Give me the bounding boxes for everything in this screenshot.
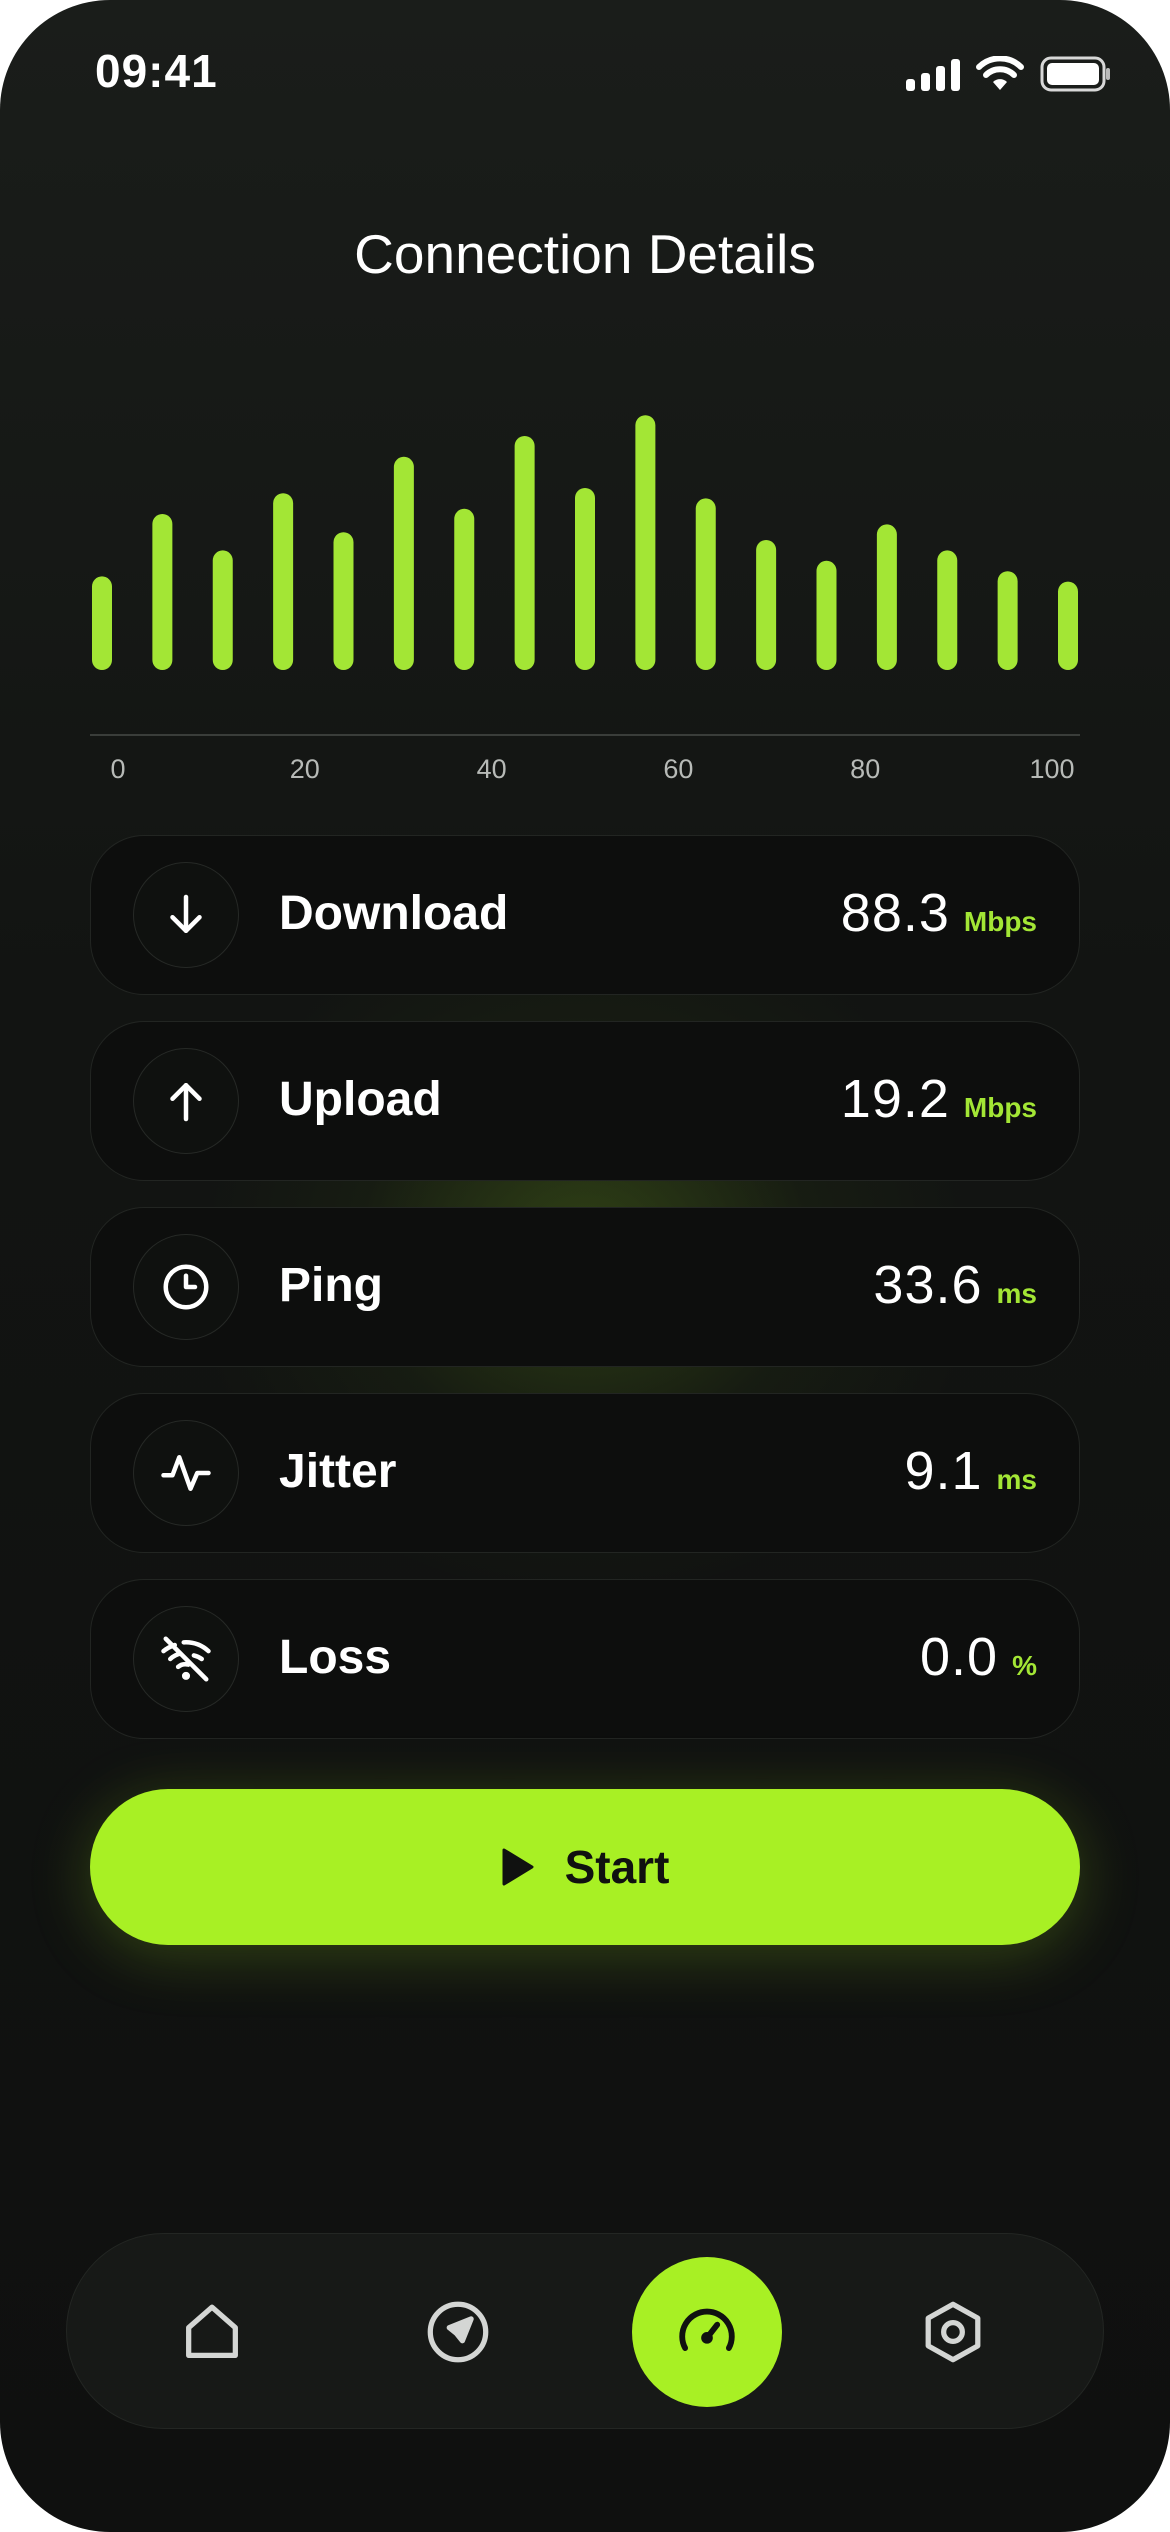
metric-value: 9.1	[904, 1441, 983, 1501]
chart-bar	[575, 488, 595, 670]
chart-bar	[937, 550, 958, 670]
metric-label: Upload	[279, 1073, 442, 1126]
metric-value-group: 19.2 Mbps	[841, 1068, 1037, 1130]
metric-value: 33.6	[873, 1255, 983, 1315]
cellular-signal-icon	[906, 57, 960, 91]
chart-tick-label: 40	[477, 754, 507, 784]
chart-bar	[1058, 581, 1078, 670]
start-button-label: Start	[564, 1841, 670, 1893]
metric-row-jitter[interactable]: Jitter 9.1 ms	[90, 1393, 1080, 1553]
metric-row-ping[interactable]: Ping 33.6 ms	[90, 1207, 1080, 1367]
metric-unit: ms	[996, 1464, 1037, 1495]
bar-chart: 0 20 40 60 80 100	[90, 415, 1080, 784]
settings-hexagon-icon	[925, 2301, 981, 2363]
metric-label: Ping	[279, 1259, 383, 1312]
metric-label: Download	[279, 887, 509, 940]
metric-label: Loss	[279, 1631, 392, 1684]
chart-bar	[92, 576, 112, 670]
metrics-list: Download 88.3 Mbps Upload 19.2 Mbps Ping…	[90, 835, 1080, 1765]
metric-value-group: 88.3 Mbps	[841, 882, 1037, 944]
chart-tick-label: 80	[850, 754, 880, 784]
battery-icon	[1040, 56, 1110, 92]
metric-icon-container	[133, 1048, 239, 1154]
chart-bar	[514, 436, 535, 670]
metric-value-group: 0.0 %	[920, 1626, 1037, 1688]
metric-unit: %	[1012, 1650, 1037, 1681]
chart-bar	[152, 514, 173, 670]
metric-row-upload[interactable]: Upload 19.2 Mbps	[90, 1021, 1080, 1181]
tab-bar	[66, 2233, 1104, 2429]
status-time: 09:41	[95, 45, 218, 97]
metric-row-download[interactable]: Download 88.3 Mbps	[90, 835, 1080, 995]
page-title: Connection Details	[354, 223, 816, 285]
metric-unit: Mbps	[963, 906, 1037, 937]
chart-bar	[695, 498, 716, 670]
tab-navigate[interactable]	[383, 2257, 533, 2407]
metric-value: 88.3	[840, 883, 950, 943]
wifi-icon	[976, 56, 1024, 90]
home-icon	[186, 2304, 238, 2358]
chart-tick-label: 0	[110, 754, 125, 784]
status-icons	[906, 52, 1112, 96]
metric-value: 0.0	[920, 1627, 999, 1687]
chart-tick-label: 20	[290, 754, 320, 784]
play-icon	[502, 1848, 534, 1886]
metric-row-loss[interactable]: Loss 0.0 %	[90, 1579, 1080, 1739]
metric-icon-container	[133, 1606, 239, 1712]
chart-bar	[635, 415, 656, 670]
clock-icon	[163, 1264, 209, 1310]
chart-bar	[393, 456, 414, 670]
chart-bar	[454, 508, 475, 670]
metric-icon-container	[133, 862, 239, 968]
metric-value: 19.2	[840, 1069, 950, 1129]
metric-icon-container	[133, 1420, 239, 1526]
arrow-down-icon	[170, 894, 202, 933]
pulse-icon	[161, 1455, 211, 1491]
chart-bar	[876, 524, 897, 670]
tab-settings[interactable]	[878, 2257, 1028, 2407]
metric-unit: ms	[996, 1278, 1037, 1309]
wifi-off-icon	[161, 1636, 211, 1682]
chart-bar	[997, 571, 1018, 670]
arrow-up-icon	[170, 1083, 202, 1122]
chart-bar	[333, 532, 354, 670]
chart-bar	[273, 493, 294, 670]
metric-value-group: 9.1 ms	[904, 1440, 1037, 1502]
chart-tick-label: 100	[1029, 754, 1074, 784]
start-button[interactable]: Start	[90, 1789, 1080, 1945]
metric-label: Jitter	[279, 1445, 397, 1498]
navigation-icon	[427, 2301, 489, 2363]
status-bar: 09:41	[0, 0, 1170, 150]
metric-value-group: 33.6 ms	[873, 1254, 1037, 1316]
tab-speedtest[interactable]	[632, 2257, 782, 2407]
chart-bar	[212, 550, 233, 670]
tab-home[interactable]	[137, 2257, 287, 2407]
chart-bar	[756, 540, 777, 670]
chart-bar	[816, 560, 837, 670]
chart-tick-label: 60	[663, 754, 693, 784]
phone-screen: 09:41 Connection Details 0 20 40 60 80 100	[0, 0, 1170, 2532]
metric-unit: Mbps	[963, 1092, 1037, 1123]
metric-icon-container	[133, 1234, 239, 1340]
speedometer-icon	[679, 2308, 735, 2351]
